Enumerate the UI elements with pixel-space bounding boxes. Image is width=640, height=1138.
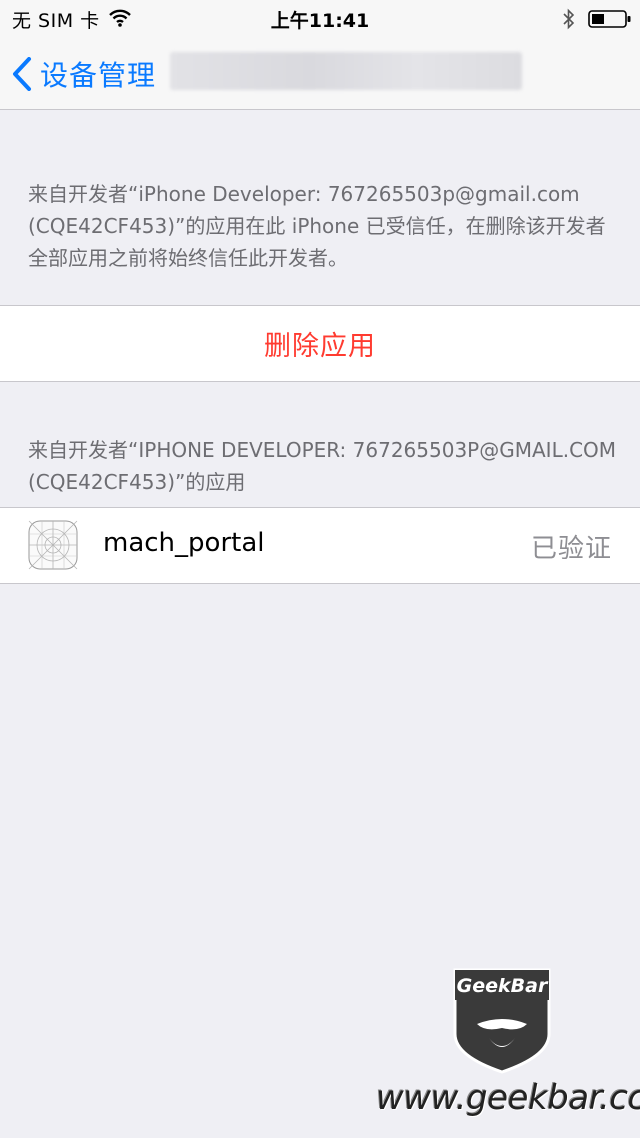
apps-section-header: 来自开发者“IPHONE DEVELOPER: 767265503P@GMAIL… — [28, 438, 617, 494]
bluetooth-icon — [563, 8, 575, 30]
svg-text:GeekBar: GeekBar — [457, 975, 549, 997]
blurred-title — [170, 52, 522, 90]
delete-apps-button[interactable]: 删除应用 — [0, 305, 640, 382]
battery-icon — [588, 10, 631, 28]
navigation-bar: 设备管理 — [0, 40, 640, 110]
status-time: 上午11:41 — [270, 10, 370, 32]
chevron-left-icon — [13, 57, 31, 91]
back-button[interactable]: 设备管理 — [12, 54, 156, 94]
app-verified-status: 已验证 — [530, 534, 612, 564]
back-button-label: 设备管理 — [40, 59, 157, 92]
geekbar-logo: GeekBar — [453, 968, 551, 1074]
app-placeholder-icon — [28, 520, 78, 570]
app-name: mach_portal — [103, 528, 265, 558]
watermark-url: www.geekbar.cc — [376, 1078, 640, 1118]
app-list-item[interactable]: mach_portal 已验证 — [0, 507, 640, 584]
delete-apps-label: 删除应用 — [264, 331, 376, 362]
trust-description: 来自开发者“iPhone Developer: 767265503p@gmail… — [28, 182, 606, 270]
status-bar: 无 SIM 卡 上午11:41 — [0, 0, 640, 40]
